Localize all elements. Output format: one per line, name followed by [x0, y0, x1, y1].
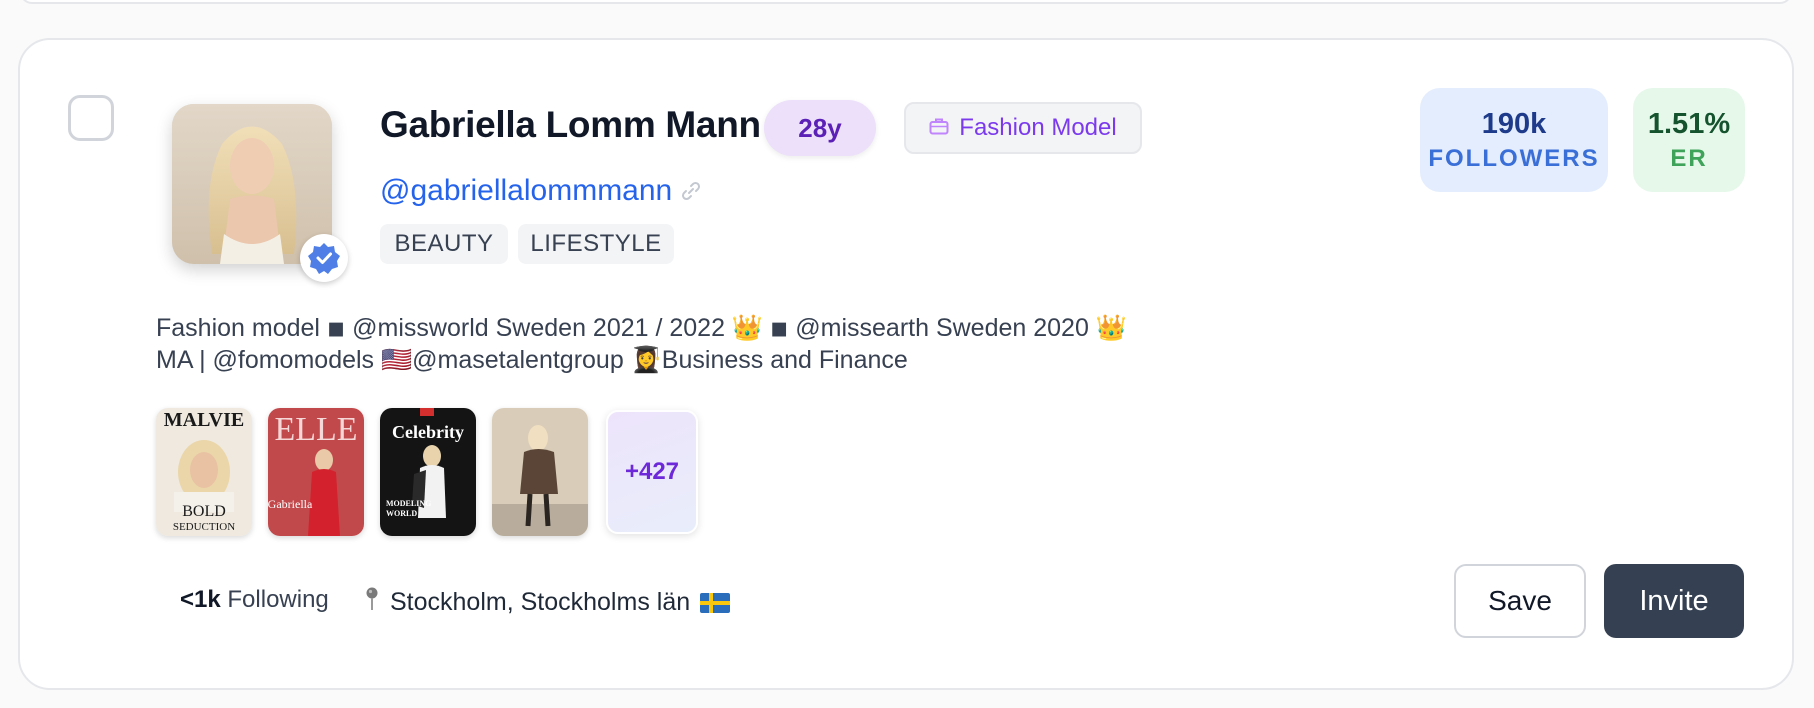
profile-handle-link[interactable]: @gabriellalommmann — [380, 174, 672, 208]
thumb-line1: MODELING — [386, 499, 431, 508]
thumb-line2: WORLD — [386, 509, 417, 518]
external-link-icon[interactable] — [680, 180, 702, 207]
profile-bio: Fashion model ◾ @missworld Sweden 2021 /… — [156, 314, 1127, 374]
thumb-line1: Gabriella — [268, 497, 313, 511]
invite-button[interactable]: Invite — [1604, 564, 1744, 638]
thumb-title: Celebrity — [392, 422, 464, 442]
role-badge: Fashion Model — [904, 102, 1142, 154]
briefcase-icon — [929, 114, 949, 142]
previous-card-edge — [20, 0, 1792, 4]
select-checkbox[interactable] — [68, 95, 114, 141]
media-thumbnail[interactable]: Celebrity MODELING WORLD — [380, 408, 476, 536]
followers-stat: 190k FOLLOWERS — [1420, 88, 1608, 192]
pin-icon — [364, 586, 380, 619]
tag-beauty: BEAUTY — [380, 224, 508, 264]
more-media-button[interactable]: +427 — [606, 410, 698, 534]
thumb-title: ELLE — [274, 411, 357, 448]
age-badge: 28y — [764, 100, 876, 156]
media-thumbnail[interactable]: ELLE Gabriella — [268, 408, 364, 536]
following-value: <1k — [180, 586, 221, 613]
thumb-line1: BOLD — [182, 503, 226, 520]
verified-badge-icon — [300, 234, 348, 282]
location: Stockholm, Stockholms län — [364, 586, 731, 619]
er-label: ER — [1670, 144, 1708, 172]
engagement-rate-stat: 1.51% ER — [1633, 88, 1745, 192]
following-count: <1k Following — [180, 586, 329, 614]
role-label: Fashion Model — [959, 114, 1117, 141]
save-button[interactable]: Save — [1454, 564, 1586, 638]
media-thumbnail[interactable]: MALVIE BOLD SEDUCTION — [156, 408, 252, 536]
sweden-flag-icon — [700, 588, 731, 617]
location-label: Stockholm, Stockholms län — [390, 588, 691, 616]
media-thumbnail[interactable] — [492, 408, 588, 536]
thumb-line2: SEDUCTION — [173, 521, 235, 533]
er-value: 1.51% — [1647, 107, 1731, 140]
profile-name: Gabriella Lomm Mann — [380, 104, 761, 145]
thumb-title: MALVIE — [164, 409, 244, 431]
following-label: Following — [227, 586, 329, 613]
followers-value: 190k — [1481, 107, 1547, 140]
tag-lifestyle: LIFESTYLE — [518, 224, 674, 264]
followers-label: FOLLOWERS — [1428, 144, 1600, 172]
